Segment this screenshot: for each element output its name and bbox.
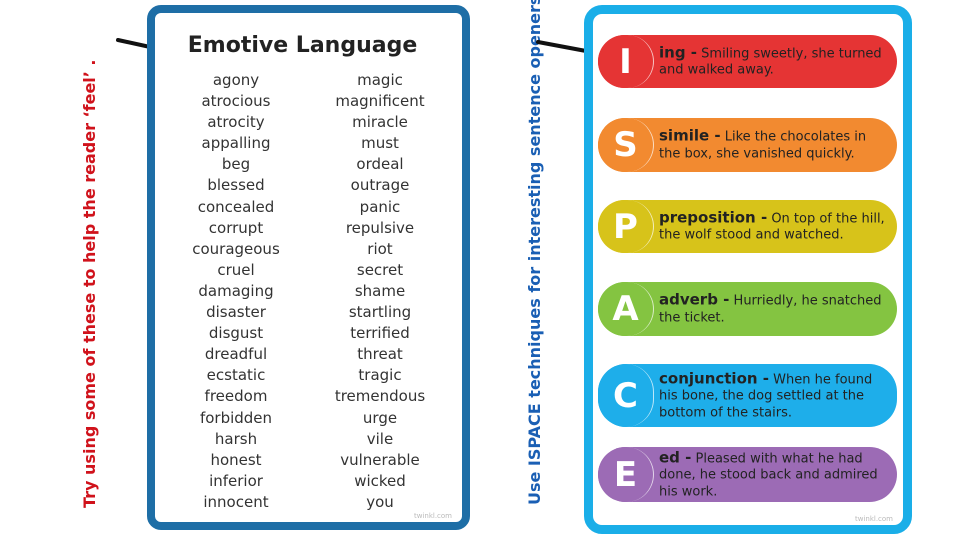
word-item: vile xyxy=(366,429,394,448)
word-item: appalling xyxy=(201,134,271,153)
word-item: tragic xyxy=(358,366,402,385)
word-item: atrocity xyxy=(207,113,265,132)
item-text: preposition - On top of the hill, the wo… xyxy=(659,209,889,244)
word-item: honest xyxy=(210,450,262,469)
ispace-item-a: A adverb - Hurriedly, he snatched the ti… xyxy=(598,282,897,336)
item-text: simile - Like the chocolates in the box,… xyxy=(659,126,889,163)
word-item: urge xyxy=(362,408,398,427)
word-item: disaster xyxy=(206,303,266,322)
letter-badge: E xyxy=(598,447,654,502)
word-item: outrage xyxy=(350,176,410,195)
word-item: concealed xyxy=(197,197,275,216)
ispace-item-s: S simile - Like the chocolates in the bo… xyxy=(598,118,897,172)
word-item: harsh xyxy=(214,429,258,448)
word-item: inferior xyxy=(209,471,263,490)
letter-badge: A xyxy=(598,282,654,336)
word-item: magnificent xyxy=(335,92,425,111)
ispace-item-c: C conjunction - When he found his bone, … xyxy=(598,364,897,427)
example: Pleased with what he had done, he stood … xyxy=(659,450,878,499)
ispace-card: I ing - Smiling sweetly, she turned and … xyxy=(584,5,912,534)
card-title: Emotive Language xyxy=(187,33,418,58)
term: conjunction - xyxy=(659,368,770,387)
item-text: ing - Smiling sweetly, she turned and wa… xyxy=(659,44,889,79)
word-column-2: magic magnificent miracle must ordeal outrage… xyxy=(310,70,450,513)
word-item: atrocious xyxy=(201,92,271,111)
letter-badge: I xyxy=(598,35,654,88)
word-item: freedom xyxy=(204,387,268,406)
word-item: blessed xyxy=(207,176,265,195)
word-item: vulnerable xyxy=(340,450,420,469)
word-item: dreadful xyxy=(204,345,268,364)
ispace-item-p: P preposition - On top of the hill, the … xyxy=(598,200,897,253)
word-item: you xyxy=(366,492,394,511)
word-item: threat xyxy=(357,345,403,364)
word-item: miracle xyxy=(352,113,408,132)
word-item: corrupt xyxy=(208,218,264,237)
term: simile - xyxy=(659,126,721,145)
word-item: magic xyxy=(357,71,403,89)
word-item: terrified xyxy=(350,324,410,343)
word-item: riot xyxy=(367,239,393,258)
word-item: tremendous xyxy=(334,387,426,406)
word-item: startling xyxy=(348,303,412,322)
letter-badge: C xyxy=(598,364,654,427)
ispace-item-i: I ing - Smiling sweetly, she turned and … xyxy=(598,35,897,88)
word-item: shame xyxy=(354,281,406,300)
word-item: disgust xyxy=(208,324,264,343)
word-item: cruel xyxy=(217,260,255,279)
emotive-language-card: Emotive Language agony atrocious atrocity a… xyxy=(147,5,470,530)
word-item: wicked xyxy=(354,471,406,490)
watermark: twinkl.com xyxy=(413,512,452,520)
word-column-1: agony atrocious atrocity appalling beg blesse… xyxy=(166,70,306,513)
item-text: conjunction - When he found his bone, th… xyxy=(659,370,889,422)
item-text: ed - Pleased with what he had done, he s… xyxy=(659,449,889,501)
word-item: panic xyxy=(359,197,401,216)
word-item: must xyxy=(361,134,399,153)
word-item: repulsive xyxy=(345,218,415,237)
term: ing - xyxy=(659,43,698,61)
word-item: ordeal xyxy=(356,155,404,174)
word-item: forbidden xyxy=(199,408,273,427)
letter-badge: S xyxy=(598,118,654,172)
letter-badge: P xyxy=(598,200,654,253)
term: ed - xyxy=(659,447,692,466)
term: adverb - xyxy=(659,290,730,309)
word-item: ecstatic xyxy=(206,366,266,385)
item-text: adverb - Hurriedly, he snatched the tick… xyxy=(659,290,889,327)
term: preposition - xyxy=(659,208,768,226)
word-item: secret xyxy=(356,260,404,279)
word-item: innocent xyxy=(203,492,269,511)
word-item: damaging xyxy=(198,281,274,300)
word-item: courageous xyxy=(192,239,280,258)
watermark: twinkl.com xyxy=(854,515,893,523)
word-item: beg xyxy=(221,155,251,174)
ispace-item-e: E ed - Pleased with what he had done, he… xyxy=(598,447,897,502)
word-item: agony xyxy=(212,71,260,89)
